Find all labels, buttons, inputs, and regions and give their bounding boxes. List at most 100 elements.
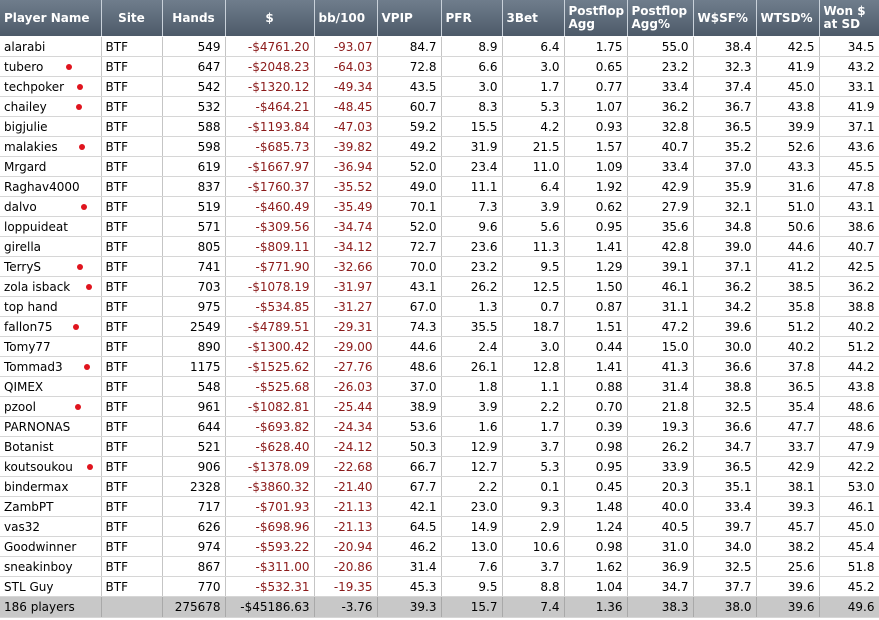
- wsf-cell: 39.6: [693, 316, 757, 337]
- table-row[interactable]: PARNONAS BTF 644 -$693.82 -24.34 53.6 1.6 1.7 0.…: [0, 416, 879, 437]
- bb100-cell: -49.34: [314, 76, 378, 97]
- wtsd-cell: 44.6: [756, 236, 820, 257]
- table-row[interactable]: Mrgard BTF 619 -$1667.97 -36.94 52.0 23.4 11.0 1…: [0, 156, 879, 177]
- table-row[interactable]: pzool BTF 961 -$1082.81 -25.44 38.9 3.9 2.2 0.70…: [0, 396, 879, 417]
- column-header-postflop-agg-pct[interactable]: Postflop Agg%: [627, 0, 694, 37]
- table-row[interactable]: dalvo BTF 519 -$460.49 -35.49 70.1 7.3 3.9 0.62 2…: [0, 196, 879, 217]
- table-row[interactable]: ZambPT BTF 717 -$701.93 -21.13 42.1 23.0 9.3 1.4…: [0, 496, 879, 517]
- vpip-cell-text: 72.8: [409, 59, 437, 74]
- note-marker-icon[interactable]: [66, 64, 72, 70]
- player-name-cell-text: koutsoukou: [4, 459, 73, 474]
- dollars-cell: -$593.22: [225, 536, 315, 557]
- note-marker-icon[interactable]: [87, 464, 93, 470]
- column-header-postflop-agg[interactable]: Postflop Agg: [564, 0, 628, 37]
- table-row[interactable]: loppuideat BTF 571 -$309.56 -34.74 52.0 9.6 5.6…: [0, 216, 879, 237]
- table-row[interactable]: koutsoukou BTF 906 -$1378.09 -22.68 66.7 12.7 5…: [0, 456, 879, 477]
- dollars-cell: -$3860.32: [225, 476, 315, 497]
- wtsd-cell-text: 47.7: [787, 419, 815, 434]
- wsf-cell-text: 35.9: [724, 179, 752, 194]
- table-row[interactable]: chailey BTF 532 -$464.21 -48.45 60.7 8.3 5.3 1.0…: [0, 96, 879, 117]
- column-header-dollars[interactable]: $: [225, 0, 315, 37]
- postflop-agg-pct-cell-text: 36.2: [661, 99, 689, 114]
- table-row[interactable]: top hand BTF 975 -$534.85 -31.27 67.0 1.3 0.7 0.…: [0, 296, 879, 317]
- table-row[interactable]: Botanist BTF 521 -$628.40 -24.12 50.3 12.9 3.7 0…: [0, 436, 879, 457]
- won-at-sd-cell-text: 53.0: [847, 479, 875, 494]
- hands-cell: 588: [162, 116, 226, 137]
- wtsd-cell: 45.7: [756, 516, 820, 537]
- note-marker-icon[interactable]: [84, 364, 90, 370]
- note-marker-icon[interactable]: [86, 284, 92, 290]
- table-row[interactable]: QIMEX BTF 548 -$525.68 -26.03 37.0 1.8 1.1 0.88 3…: [0, 376, 879, 397]
- note-marker-icon[interactable]: [81, 204, 87, 210]
- dollars-cell: -$1378.09: [225, 456, 315, 477]
- table-row[interactable]: bigjulie BTF 588 -$1193.84 -47.03 59.2 15.5 4.2…: [0, 116, 879, 137]
- pfr-cell: 2.2: [441, 476, 503, 497]
- dollars-cell-text: -$534.85: [255, 299, 310, 314]
- column-header-pfr[interactable]: PFR: [441, 0, 503, 37]
- wsf-cell-text: 32.5: [724, 559, 752, 574]
- column-header-vpip[interactable]: VPIP: [377, 0, 442, 37]
- won-at-sd-cell-text: 46.1: [847, 499, 875, 514]
- won-at-sd-cell-text: 38.8: [847, 299, 875, 314]
- bb100-cell: -34.12: [314, 236, 378, 257]
- column-header-hands[interactable]: Hands: [162, 0, 226, 37]
- column-header-wtsd[interactable]: WTSD%: [756, 0, 820, 37]
- column-header-3bet[interactable]: 3Bet: [502, 0, 565, 37]
- postflop-agg-pct-cell: 42.9: [627, 176, 694, 197]
- postflop-agg-cell-text: 0.39: [595, 419, 623, 434]
- vpip-cell-text: 38.9: [409, 399, 437, 414]
- table-row[interactable]: TerryS BTF 741 -$771.90 -32.66 70.0 23.2 9.5 1.2…: [0, 256, 879, 277]
- column-header-site[interactable]: Site: [101, 0, 163, 37]
- table-row[interactable]: vas32 BTF 626 -$698.96 -21.13 64.5 14.9 2.9 1.24…: [0, 516, 879, 537]
- wsf-cell-text: 30.0: [724, 339, 752, 354]
- won-at-sd-cell-text: 42.2: [847, 459, 875, 474]
- note-marker-icon[interactable]: [73, 324, 79, 330]
- player-name-cell-text: QIMEX: [4, 379, 44, 394]
- player-name-cell-text: STL Guy: [4, 579, 54, 594]
- 3bet-cell: 5.3: [502, 96, 565, 117]
- wsf-cell-text: 39.6: [724, 319, 752, 334]
- hands-cell-text: 890: [197, 339, 221, 354]
- wsf-cell-text: 34.8: [724, 219, 752, 234]
- table-row[interactable]: tubero BTF 647 -$2048.23 -64.03 72.8 6.6 3.0 0.6…: [0, 56, 879, 77]
- table-row[interactable]: bindermax BTF 2328 -$3860.32 -21.40 67.7 2.2 0.…: [0, 476, 879, 497]
- note-marker-icon[interactable]: [77, 264, 83, 270]
- column-header-wsf[interactable]: W$SF%: [693, 0, 757, 37]
- note-marker-icon[interactable]: [79, 144, 85, 150]
- dollars-cell: -$464.21: [225, 96, 315, 117]
- table-row[interactable]: zola isback BTF 703 -$1078.19 -31.97 43.1 26.2…: [0, 276, 879, 297]
- note-marker-icon[interactable]: [75, 404, 81, 410]
- table-row[interactable]: techpoker BTF 542 -$1320.12 -49.34 43.5 3.0 1.7…: [0, 76, 879, 97]
- table-row[interactable]: Goodwinner BTF 974 -$593.22 -20.94 46.2 13.0 10…: [0, 536, 879, 557]
- dollars-cell: -$4789.51: [225, 316, 315, 337]
- vpip-cell: 31.4: [377, 556, 442, 577]
- dollars-cell-text: -$1760.37: [247, 179, 310, 194]
- 3bet-cell-text: 12.8: [532, 359, 560, 374]
- table-row[interactable]: STL Guy BTF 770 -$532.31 -19.35 45.3 9.5 8.8 1.0…: [0, 576, 879, 597]
- column-header-won-at-sd[interactable]: Won $ at SD: [819, 0, 879, 37]
- hands-cell-text: 549: [197, 39, 221, 54]
- bb100-cell: -64.03: [314, 56, 378, 77]
- vpip-cell: 84.7: [377, 36, 442, 57]
- dollars-cell-text: -$1667.97: [247, 159, 310, 174]
- wsf-cell: 36.6: [693, 356, 757, 377]
- 3bet-cell: 1.7: [502, 76, 565, 97]
- wsf-cell: 35.1: [693, 476, 757, 497]
- note-marker-icon[interactable]: [76, 104, 82, 110]
- table-row[interactable]: sneakinboy BTF 867 -$311.00 -20.86 31.4 7.6 3.7…: [0, 556, 879, 577]
- table-row[interactable]: alarabi BTF 549 -$4761.20 -93.07 84.7 8.9 6.4 1.…: [0, 36, 879, 57]
- column-header-bb100[interactable]: bb/100: [314, 0, 378, 37]
- pfr-cell-text: 15.5: [470, 119, 498, 134]
- note-marker-icon[interactable]: [77, 84, 83, 90]
- table-row[interactable]: Tomy77 BTF 890 -$1300.42 -29.00 44.6 2.4 3.0 0.4…: [0, 336, 879, 357]
- bb100-cell-text: -25.44: [333, 399, 373, 414]
- table-row[interactable]: Raghav4000 BTF 837 -$1760.37 -35.52 49.0 11.1 6…: [0, 176, 879, 197]
- table-row[interactable]: girella BTF 805 -$809.11 -34.12 72.7 23.6 11.3 1…: [0, 236, 879, 257]
- table-row[interactable]: Tommad3 BTF 1175 -$1525.62 -27.76 48.6 26.1 12.…: [0, 356, 879, 377]
- column-header-player-name[interactable]: Player Name: [0, 0, 102, 37]
- table-row[interactable]: fallon75 BTF 2549 -$4789.51 -29.31 74.3 35.5 18…: [0, 316, 879, 337]
- dollars-cell-text: -$2048.23: [247, 59, 310, 74]
- table-row[interactable]: malakies BTF 598 -$685.73 -39.82 49.2 31.9 21.5…: [0, 136, 879, 157]
- postflop-agg-pct-cell-text: 55.0: [661, 39, 689, 54]
- postflop-agg-cell-text: 0.62: [595, 199, 623, 214]
